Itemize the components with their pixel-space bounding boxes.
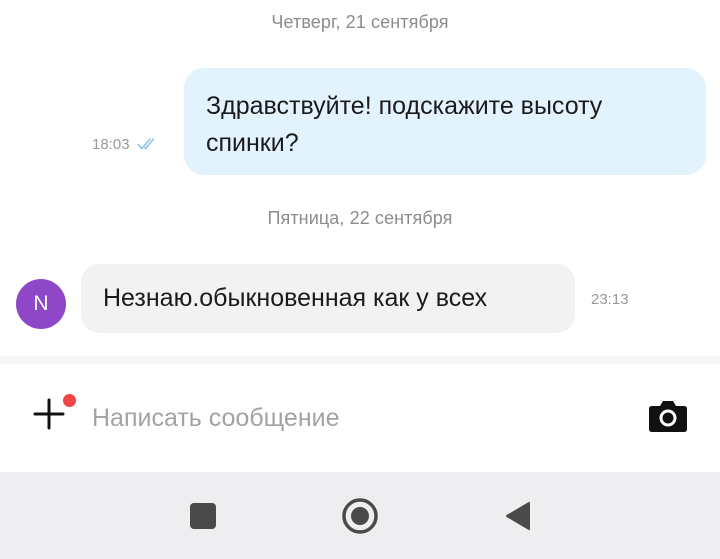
attach-button[interactable] bbox=[30, 394, 76, 440]
camera-icon bbox=[649, 401, 687, 432]
message-meta: 18:03 bbox=[92, 134, 162, 154]
message-bubble[interactable]: Незнаю.обыкновенная как у всех bbox=[81, 264, 575, 333]
notification-dot bbox=[63, 394, 76, 407]
message-outgoing[interactable]: 18:03 Здравствуйте! подскажите высоту сп… bbox=[0, 68, 720, 176]
system-navigation-bar bbox=[0, 472, 720, 559]
date-separator: Четверг, 21 сентября bbox=[271, 12, 449, 32]
home-icon bbox=[342, 498, 378, 534]
home-button[interactable] bbox=[340, 496, 380, 536]
date-separator: Пятница, 22 сентября bbox=[267, 208, 453, 228]
divider bbox=[0, 356, 720, 364]
message-composer bbox=[0, 364, 720, 472]
message-bubble[interactable]: Здравствуйте! подскажите высоту спинки? bbox=[184, 68, 706, 175]
message-time: 18:03 bbox=[92, 135, 130, 153]
message-input[interactable] bbox=[92, 394, 612, 442]
message-time: 23:13 bbox=[591, 291, 629, 308]
recent-apps-icon[interactable] bbox=[190, 503, 216, 529]
back-icon bbox=[506, 502, 530, 530]
message-incoming[interactable]: N Незнаю.обыкновенная как у всех 23:13 bbox=[0, 264, 720, 334]
camera-button[interactable] bbox=[646, 396, 690, 436]
back-button[interactable] bbox=[503, 500, 531, 532]
avatar[interactable]: N bbox=[16, 279, 66, 329]
double-check-icon bbox=[136, 138, 154, 150]
chat-area: Четверг, 21 сентября 18:03 Здравствуйте!… bbox=[0, 0, 720, 356]
